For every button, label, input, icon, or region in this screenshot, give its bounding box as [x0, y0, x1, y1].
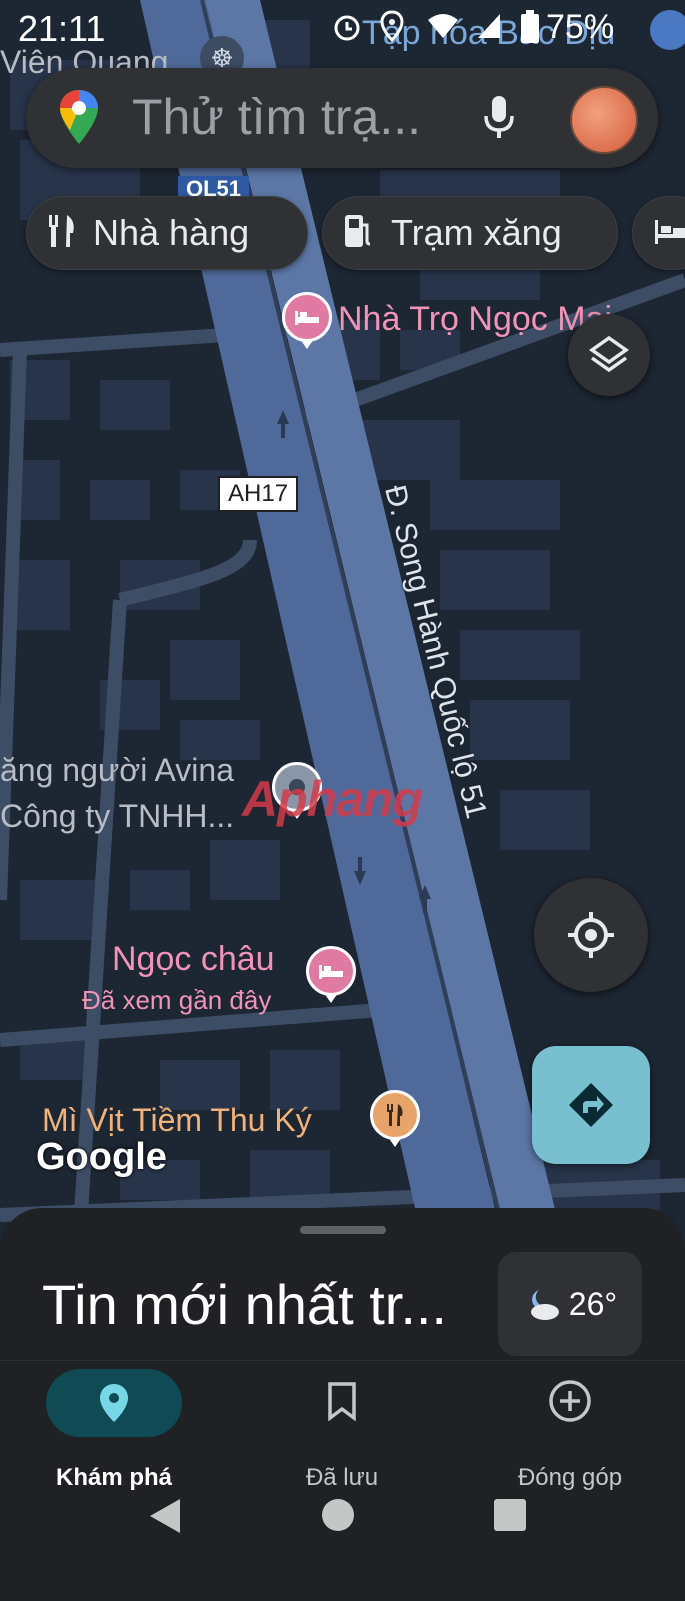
- directions-button[interactable]: [532, 1046, 650, 1164]
- directions-icon: [569, 1083, 613, 1127]
- layers-icon: [588, 335, 630, 373]
- hotel-pin-icon[interactable]: [282, 292, 332, 342]
- poi-ngoc-chau-label[interactable]: Ngọc châu: [112, 940, 275, 979]
- sheet-drag-handle[interactable]: [300, 1226, 386, 1234]
- bottom-sheet[interactable]: Tin mới nhất tr... 26°: [0, 1208, 685, 1368]
- poi-avina-label[interactable]: ăng người Avina: [0, 752, 234, 789]
- avatar[interactable]: [570, 86, 638, 154]
- weather-chip[interactable]: 26°: [498, 1252, 642, 1356]
- add-circle-icon: [549, 1380, 591, 1422]
- chip-restaurant[interactable]: Nhà hàng: [26, 196, 308, 270]
- nav-explore[interactable]: Khám phá: [0, 1361, 228, 1491]
- mic-icon[interactable]: [482, 94, 516, 147]
- poi-nha-tro-label[interactable]: Nhà Trọ Ngọc Mai: [338, 300, 612, 339]
- maps-pin-logo-icon: [58, 88, 100, 151]
- my-location-button[interactable]: [534, 878, 648, 992]
- weather-temp: 26°: [568, 1285, 618, 1322]
- chip-gas-station[interactable]: Trạm xăng: [322, 196, 618, 270]
- battery-percent: 75%: [546, 8, 615, 46]
- partly-cloudy-night-icon: [530, 1290, 559, 1320]
- poi-mi-vit-label[interactable]: Mì Vịt Tiềm Thu Ký: [42, 1102, 312, 1139]
- nav-explore-indicator: [46, 1369, 182, 1437]
- location-icon: [380, 10, 404, 47]
- hotel-pin-icon[interactable]: [306, 946, 356, 996]
- restaurant-pin-icon[interactable]: [370, 1090, 420, 1140]
- watermark-logo: Aphang: [242, 771, 423, 827]
- search-input[interactable]: Thử tìm trạ...: [132, 88, 421, 146]
- hotel-icon: [653, 216, 685, 251]
- alarm-icon: [332, 12, 362, 47]
- back-icon[interactable]: [148, 1497, 182, 1535]
- wifi-icon: [426, 12, 460, 45]
- poi-ngoc-chau-sublabel: Đã xem gần đây: [82, 985, 272, 1015]
- restaurant-icon: [47, 213, 77, 254]
- sheet-title[interactable]: Tin mới nhất tr...: [42, 1272, 447, 1337]
- search-bar[interactable]: Thử tìm trạ...: [26, 68, 658, 168]
- my-location-icon: [568, 912, 614, 958]
- bottom-navigation: Khám phá Đã lưu Đóng góp: [0, 1360, 685, 1601]
- status-time: 21:11: [18, 8, 106, 49]
- chip-restaurant-label: Nhà hàng: [93, 212, 250, 253]
- google-logo: Google: [36, 1136, 167, 1178]
- bookmark-icon: [328, 1382, 356, 1421]
- explore-pin-icon: [100, 1384, 128, 1422]
- home-icon[interactable]: [322, 1499, 354, 1531]
- signal-icon: [476, 12, 502, 45]
- lock-icon: [650, 10, 685, 50]
- chip-gas-station-label: Trạm xăng: [391, 212, 562, 253]
- status-bar: 21:11 75%: [0, 0, 685, 60]
- gas-station-icon: [343, 213, 373, 254]
- poi-avina-sublabel[interactable]: Công ty TNHH...: [0, 798, 234, 835]
- nav-contribute-label: Đóng góp: [517, 1464, 623, 1491]
- road-shield-ah17: AH17: [218, 476, 299, 512]
- nav-saved-label: Đã lưu: [305, 1464, 379, 1491]
- nav-saved[interactable]: Đã lưu: [228, 1361, 456, 1491]
- layers-button[interactable]: [568, 314, 650, 396]
- recents-icon[interactable]: [494, 1499, 526, 1531]
- nav-contribute[interactable]: Đóng góp: [456, 1361, 684, 1491]
- nav-explore-label: Khám phá: [55, 1464, 172, 1491]
- battery-icon: [520, 10, 540, 49]
